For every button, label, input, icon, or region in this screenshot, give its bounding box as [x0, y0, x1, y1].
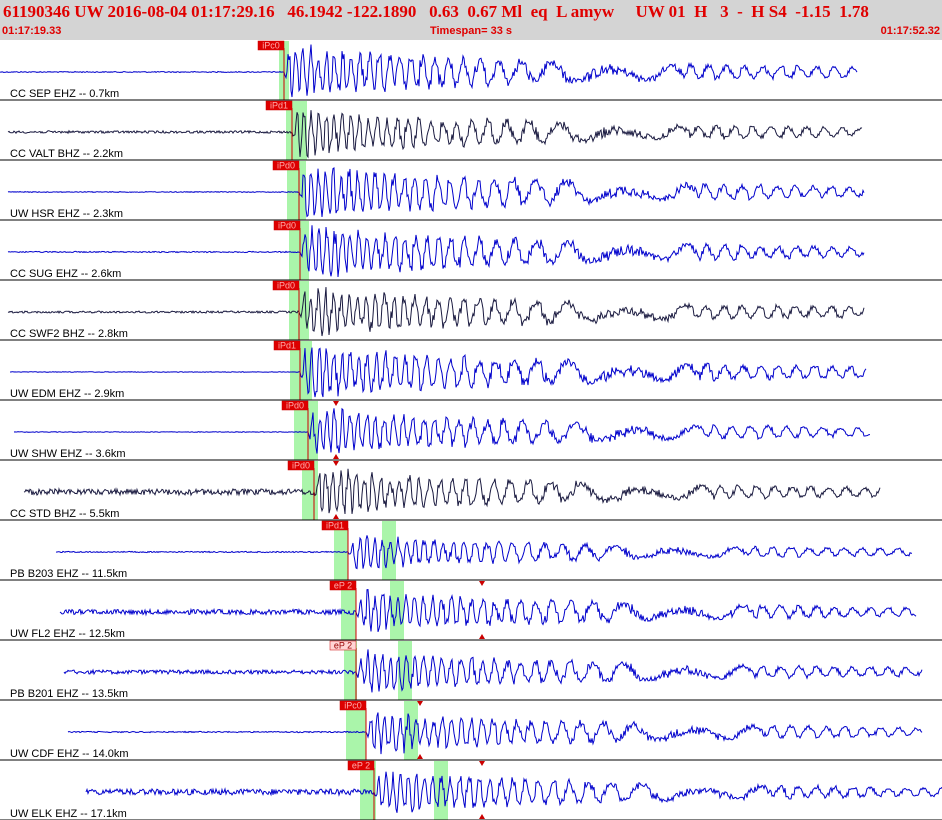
- pick-label: eP 2: [352, 761, 370, 771]
- timespan-label: Timespan= 33 s: [429, 25, 513, 37]
- station-label: UW ELK EHZ -- 17.1km: [10, 808, 127, 820]
- end-time: 01:17:52.32: [880, 25, 940, 37]
- trace-row[interactable]: iPd1 UW EDM EHZ -- 2.9km: [0, 341, 942, 401]
- station-label: CC SEP EHZ -- 0.7km: [10, 88, 119, 100]
- station-label: UW SHW EHZ -- 3.6km: [10, 448, 126, 460]
- pick-label: iPc0: [344, 701, 362, 711]
- waveform-trace: [0, 44, 858, 98]
- s-window-highlight: [434, 761, 448, 820]
- station-label: CC SUG EHZ -- 2.6km: [10, 268, 121, 280]
- pick-label: iPd1: [326, 521, 344, 531]
- s-pick-marker[interactable]: [333, 401, 339, 406]
- station-label: UW CDF EHZ -- 14.0km: [10, 748, 129, 760]
- pick-label: iPd1: [278, 341, 296, 351]
- trace-row[interactable]: iPd0 CC STD BHZ -- 5.5km: [0, 461, 942, 521]
- s-pick-marker[interactable]: [479, 581, 485, 586]
- station-label: UW FL2 EHZ -- 12.5km: [10, 628, 125, 640]
- waveform-trace: [7, 225, 865, 278]
- seismogram-panel[interactable]: iPc0 CC SEP EHZ -- 0.7km iPd1 CC VALT BHZ -…: [0, 40, 942, 820]
- station-label: CC VALT BHZ -- 2.2km: [10, 148, 123, 160]
- trace-row[interactable]: iPd1 CC VALT BHZ -- 2.2km: [0, 101, 942, 161]
- waveform-trace: [63, 649, 923, 693]
- waveform-trace: [55, 535, 912, 570]
- pick-label: iPd0: [286, 401, 304, 411]
- waveform-trace: [13, 407, 870, 454]
- pick-label: iPd0: [277, 161, 295, 171]
- pick-label: iPd1: [270, 101, 288, 111]
- waveform-trace: [7, 287, 865, 337]
- station-label: PB B201 EHZ -- 13.5km: [10, 688, 128, 700]
- trace-row[interactable]: iPd1 PB B203 EHZ -- 11.5km: [0, 521, 942, 581]
- s-pick-marker[interactable]: [479, 814, 485, 819]
- trace-row[interactable]: iPd0 UW SHW EHZ -- 3.6km: [0, 401, 942, 461]
- waveform-trace: [23, 468, 881, 515]
- s-pick-marker[interactable]: [333, 461, 339, 466]
- s-pick-marker[interactable]: [333, 514, 339, 519]
- pick-label: iPd0: [278, 221, 296, 231]
- s-pick-marker[interactable]: [333, 454, 339, 459]
- waveform-trace: [7, 167, 865, 218]
- station-label: UW EDM EHZ -- 2.9km: [10, 388, 124, 400]
- trace-row[interactable]: eP 2 PB B201 EHZ -- 13.5km: [0, 641, 942, 701]
- event-title: 61190346 UW 2016-08-04 01:17:29.16 46.19…: [3, 2, 869, 21]
- pick-label: iPd0: [292, 461, 310, 471]
- trace-row[interactable]: iPc0 UW CDF EHZ -- 14.0km: [0, 701, 942, 761]
- waveform-trace: [7, 110, 863, 159]
- trace-row[interactable]: eP 2 UW ELK EHZ -- 17.1km: [0, 761, 942, 820]
- trace-row[interactable]: iPd0 UW HSR EHZ -- 2.3km: [0, 161, 942, 221]
- s-window-highlight: [390, 581, 404, 640]
- header-bar: 61190346 UW 2016-08-04 01:17:29.16 46.19…: [0, 0, 942, 40]
- station-label: CC SWF2 BHZ -- 2.8km: [10, 328, 128, 340]
- s-pick-marker[interactable]: [479, 634, 485, 639]
- waveform-trace: [67, 712, 923, 755]
- trace-row[interactable]: eP 2 UW FL2 EHZ -- 12.5km: [0, 581, 942, 641]
- trace-row[interactable]: iPd0 CC SWF2 BHZ -- 2.8km: [0, 281, 942, 341]
- waveform-trace: [85, 771, 942, 813]
- station-label: CC STD BHZ -- 5.5km: [10, 508, 119, 520]
- pick-label: eP 2: [334, 581, 352, 591]
- waveform-trace: [59, 589, 917, 633]
- station-label: UW HSR EHZ -- 2.3km: [10, 208, 123, 220]
- s-pick-marker[interactable]: [479, 761, 485, 766]
- waveform-trace: [10, 347, 867, 398]
- trace-row[interactable]: iPd0 CC SUG EHZ -- 2.6km: [0, 221, 942, 281]
- pick-label: iPd0: [277, 281, 295, 291]
- station-label: PB B203 EHZ -- 11.5km: [10, 568, 127, 580]
- pick-label: eP 2: [334, 641, 352, 651]
- trace-row[interactable]: iPc0 CC SEP EHZ -- 0.7km: [0, 41, 942, 101]
- pick-label: iPc0: [262, 41, 280, 51]
